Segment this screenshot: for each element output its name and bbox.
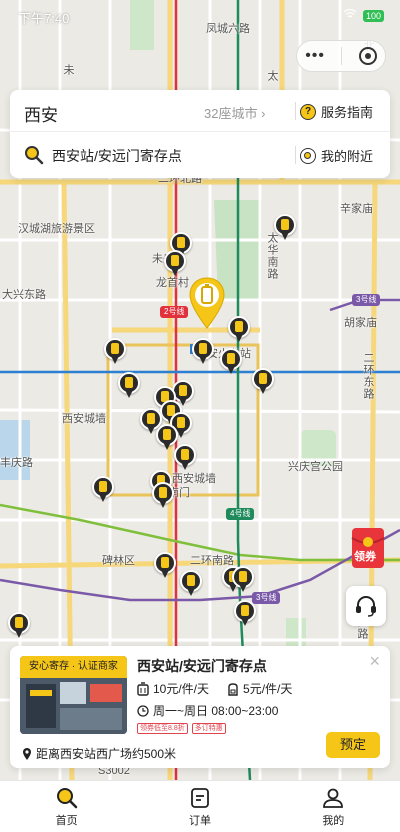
hours-text: 周一~周日 08:00~23:00 bbox=[153, 704, 279, 718]
status-bar: 下午7:40 100 bbox=[0, 0, 400, 32]
tab-profile[interactable]: 我的 bbox=[267, 781, 400, 832]
small-luggage-price: 5元/件/天 bbox=[227, 680, 292, 697]
map-label: 丰庆路 bbox=[0, 457, 33, 469]
small-price-text: 5元/件/天 bbox=[243, 682, 293, 696]
service-guide-button[interactable]: ? 服务指南 bbox=[300, 102, 373, 121]
storage-pin[interactable] bbox=[164, 250, 186, 278]
headset-icon bbox=[356, 596, 376, 617]
search-card: 西安 32座城市 › ? 服务指南 西安站/安远门寄存点 我的附近 bbox=[10, 90, 390, 178]
backpack-icon bbox=[228, 682, 238, 696]
large-luggage-price: 10元/件/天 bbox=[137, 680, 209, 697]
metro-badge-line3: 3号线 bbox=[252, 592, 281, 604]
search-icon bbox=[24, 145, 44, 170]
status-time: 下午7:40 bbox=[18, 11, 70, 26]
battery-icon: 100 bbox=[362, 9, 384, 22]
clock-icon bbox=[137, 704, 149, 717]
opening-hours: 周一~周日 08:00~23:00 bbox=[137, 702, 278, 719]
miniprogram-capsule[interactable]: ••• bbox=[296, 40, 386, 72]
map-label: 二环东路 bbox=[362, 352, 374, 400]
large-price-text: 10元/件/天 bbox=[153, 682, 210, 696]
storage-pin[interactable] bbox=[234, 600, 256, 628]
storage-pin[interactable] bbox=[8, 612, 30, 640]
divider bbox=[295, 102, 296, 120]
book-button[interactable]: 预定 bbox=[326, 732, 380, 758]
map-label: 辛家庙 bbox=[340, 203, 373, 215]
map-label: 汉城湖旅游景区 bbox=[18, 223, 95, 235]
storage-pin[interactable] bbox=[192, 338, 214, 366]
city-row: 西安 32座城市 › ? 服务指南 bbox=[10, 90, 390, 132]
metro-badge-line4: 4号线 bbox=[226, 508, 255, 520]
search-home-icon bbox=[56, 787, 77, 808]
storage-pin[interactable] bbox=[104, 338, 126, 366]
location-pin-icon bbox=[23, 747, 31, 760]
coupon-label: 领券 bbox=[354, 551, 376, 563]
store-name: 西安站/安远门寄存点 bbox=[137, 658, 267, 674]
map-label: 西安城墙 bbox=[172, 473, 216, 485]
map-label: 碑林区 bbox=[102, 555, 135, 567]
customer-service-button[interactable] bbox=[346, 586, 386, 626]
search-input[interactable]: 西安站/安远门寄存点 bbox=[52, 146, 182, 166]
store-card[interactable]: × 安心寄存 · 认证商家 西安站/安远门寄存点 10元/件/天 5元/件/天 … bbox=[10, 646, 390, 768]
certified-badge: 安心寄存 · 认证商家 bbox=[20, 656, 127, 678]
store-thumbnail[interactable]: 安心寄存 · 认证商家 bbox=[20, 656, 127, 734]
map-label: 大兴东路 bbox=[2, 289, 46, 301]
promo-tag: 领券低至8.8折 bbox=[137, 723, 188, 734]
nearby-button[interactable]: 我的附近 bbox=[300, 146, 373, 165]
storage-pin[interactable] bbox=[180, 570, 202, 598]
map-pin-icon bbox=[189, 277, 225, 329]
storage-pin[interactable] bbox=[92, 476, 114, 504]
storage-pin[interactable] bbox=[274, 214, 296, 242]
divider bbox=[295, 146, 296, 164]
capsule-divider bbox=[341, 47, 343, 65]
tab-label: 我的 bbox=[322, 814, 345, 827]
storage-pin[interactable] bbox=[174, 444, 196, 472]
storage-pin[interactable] bbox=[152, 482, 174, 510]
storage-pin[interactable] bbox=[228, 316, 250, 344]
map-label: 太 bbox=[266, 70, 278, 82]
close-icon[interactable]: × bbox=[369, 652, 380, 670]
search-row[interactable]: 西安站/安远门寄存点 我的附近 bbox=[10, 132, 390, 178]
metro-badge-line3: 3号线 bbox=[352, 294, 381, 306]
storage-pin[interactable] bbox=[118, 372, 140, 400]
location-icon bbox=[300, 147, 316, 164]
promo-tag: 多订特惠 bbox=[191, 723, 226, 734]
storage-pin[interactable] bbox=[220, 348, 242, 376]
storage-pin[interactable] bbox=[232, 566, 254, 594]
city-selector[interactable]: 32座城市 › bbox=[204, 103, 265, 122]
suitcase-icon bbox=[137, 681, 149, 696]
storage-pin[interactable] bbox=[252, 368, 274, 396]
tab-label: 订单 bbox=[188, 814, 211, 827]
coupon-button[interactable]: 领券 bbox=[348, 524, 388, 572]
selected-storage-pin[interactable] bbox=[188, 276, 226, 332]
tab-home[interactable]: 首页 bbox=[0, 781, 133, 832]
map-label: 胡家庙 bbox=[344, 317, 377, 329]
tab-bar: 首页 订单 我的 bbox=[0, 780, 400, 832]
status-icons: 100 bbox=[343, 8, 384, 22]
storage-pin[interactable] bbox=[154, 552, 176, 580]
more-icon[interactable]: ••• bbox=[305, 48, 325, 64]
close-miniprogram-icon[interactable] bbox=[358, 47, 377, 65]
map-label: 龙首村 bbox=[156, 277, 189, 289]
service-guide-label: 服务指南 bbox=[321, 105, 374, 120]
store-photo bbox=[20, 678, 127, 734]
tab-label: 首页 bbox=[55, 814, 78, 827]
metro-badge-line2: 2号线 bbox=[160, 306, 189, 318]
city-name[interactable]: 西安 bbox=[24, 101, 58, 126]
tab-orders[interactable]: 订单 bbox=[133, 781, 266, 832]
nearby-label: 我的附近 bbox=[321, 149, 374, 164]
city-count: 32座城市 bbox=[204, 106, 258, 121]
map-label: 未 bbox=[62, 64, 74, 76]
chevron-right-icon: › bbox=[261, 106, 266, 121]
distance-text: 距离西安站西广场约500米 bbox=[36, 747, 177, 761]
price-row: 10元/件/天 5元/件/天 bbox=[137, 680, 310, 697]
map-label: 西安城墙 bbox=[62, 413, 106, 425]
user-icon bbox=[323, 788, 344, 808]
promo-tags: 领券低至8.8折 多订特惠 bbox=[137, 723, 226, 734]
question-icon: ? bbox=[300, 103, 316, 120]
order-icon bbox=[191, 787, 209, 808]
map-label: 兴庆宫公园 bbox=[288, 461, 343, 473]
wifi-icon bbox=[343, 8, 357, 22]
distance-info: 距离西安站西广场约500米 bbox=[22, 745, 176, 762]
